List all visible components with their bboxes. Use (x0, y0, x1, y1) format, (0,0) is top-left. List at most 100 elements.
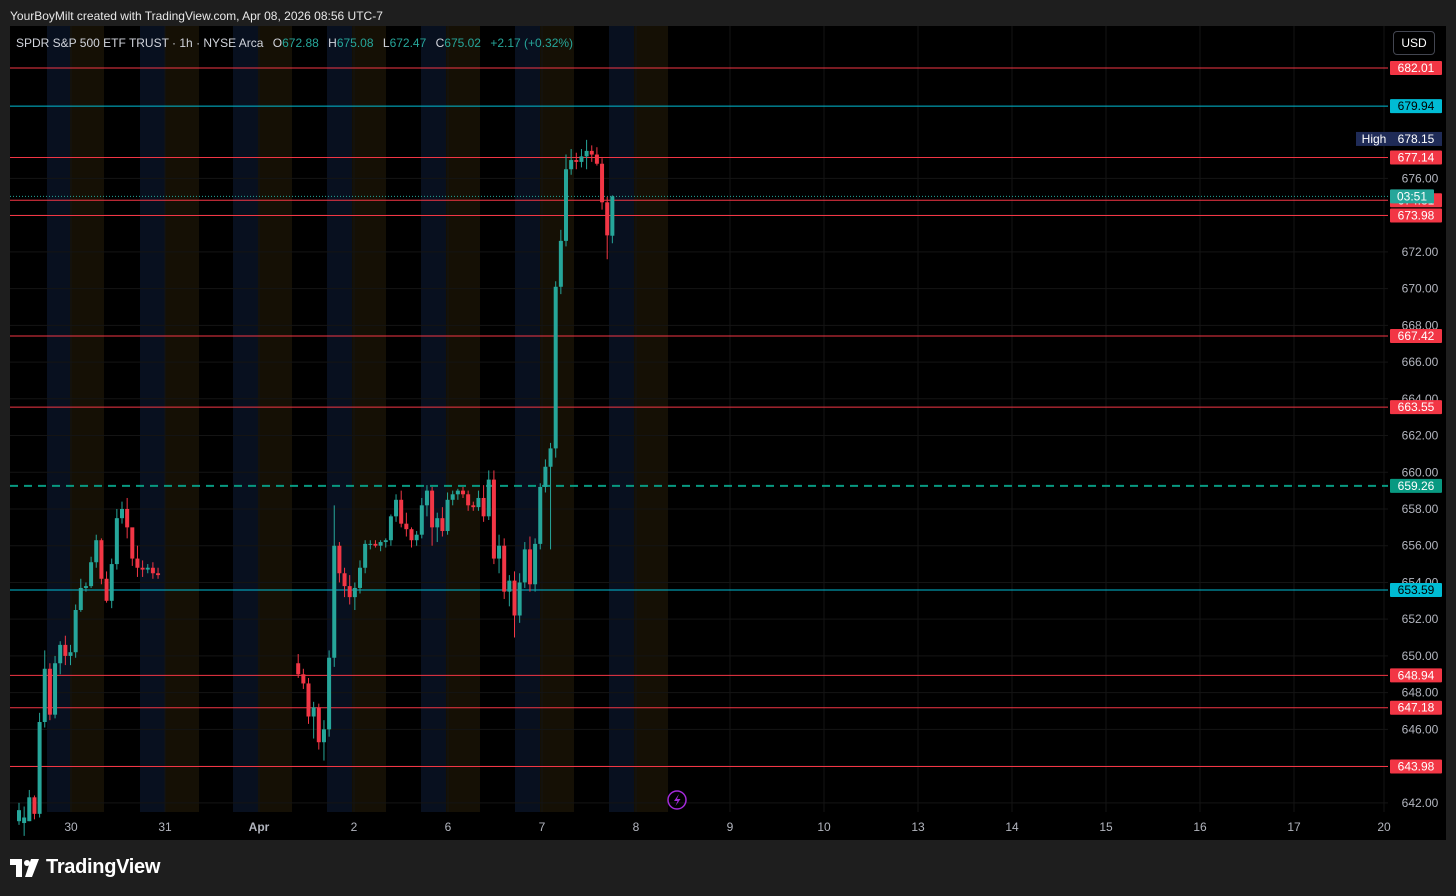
candle[interactable] (27, 789, 32, 822)
candle[interactable] (104, 571, 109, 603)
candle[interactable] (481, 485, 486, 522)
candle-body (527, 549, 532, 585)
candle-body (58, 644, 63, 664)
candle[interactable] (538, 483, 543, 550)
candle-body (347, 586, 352, 598)
candle-body (424, 490, 429, 506)
candle[interactable] (296, 654, 301, 678)
candle[interactable] (589, 145, 594, 162)
candle[interactable] (533, 538, 538, 592)
symbol-title[interactable]: SPDR S&P 500 ETF TRUST · 1h · NYSE Arca (16, 36, 263, 50)
candle[interactable] (388, 514, 393, 546)
candle[interactable] (109, 558, 114, 609)
candle[interactable] (22, 806, 27, 836)
price-level-label: 679.94 (1398, 99, 1435, 113)
candle-body (558, 240, 563, 287)
candle[interactable] (600, 158, 605, 210)
open-value: 672.88 (282, 36, 319, 50)
candle[interactable] (486, 470, 491, 521)
candle[interactable] (99, 538, 104, 585)
candle[interactable] (306, 677, 311, 724)
candle-body (414, 534, 419, 541)
candle-body (68, 652, 73, 656)
candle[interactable] (327, 650, 332, 737)
candle-body (32, 797, 37, 814)
candle[interactable] (584, 139, 589, 170)
candle[interactable] (53, 655, 58, 719)
candle-body (450, 494, 455, 500)
ohlc-legend: SPDR S&P 500 ETF TRUST · 1h · NYSE Arca … (16, 36, 573, 50)
candle[interactable] (574, 152, 579, 170)
candle[interactable] (507, 575, 512, 607)
candle-body (466, 494, 471, 506)
candle[interactable] (321, 720, 326, 761)
y-tick-label: 650.00 (1402, 649, 1439, 663)
candle-body (22, 817, 27, 824)
candle-body (109, 564, 114, 601)
candle[interactable] (311, 701, 316, 739)
candle[interactable] (553, 281, 558, 458)
low-value: 672.47 (389, 36, 427, 50)
candle[interactable] (47, 663, 52, 721)
candle[interactable] (497, 534, 502, 574)
candle[interactable] (42, 650, 47, 728)
candle[interactable] (114, 508, 119, 570)
x-tick-label: 17 (1287, 820, 1301, 834)
high-value: 675.08 (336, 36, 374, 50)
candle[interactable] (502, 538, 507, 599)
candle-body (461, 490, 465, 495)
candle-body (363, 543, 368, 568)
candle-body (584, 150, 589, 157)
change-value: +2.17 (+0.32%) (490, 36, 574, 50)
candle[interactable] (316, 703, 321, 750)
candle[interactable] (32, 795, 37, 820)
candle-body (394, 499, 399, 517)
candle-body (337, 545, 342, 574)
candlestick-chart[interactable]: 642.00644.00646.00648.00650.00652.00654.… (10, 26, 1446, 840)
x-tick-label: 31 (158, 820, 172, 834)
candle[interactable] (125, 497, 130, 539)
candle[interactable] (17, 802, 21, 825)
candle-body (99, 540, 104, 579)
currency-button[interactable]: USD (1393, 31, 1435, 55)
brand-name: TradingView (46, 856, 161, 878)
price-level-label: 659.26 (1398, 479, 1435, 493)
candle[interactable] (37, 712, 42, 818)
candle[interactable] (579, 149, 584, 168)
x-tick-label: 7 (539, 820, 546, 834)
candle[interactable] (594, 147, 599, 166)
candle-body (94, 540, 99, 563)
open-label: O (272, 36, 283, 50)
candle-body (145, 567, 150, 570)
candle[interactable] (414, 531, 419, 546)
candle[interactable] (120, 501, 124, 524)
footer (0, 840, 1456, 896)
candle[interactable] (73, 604, 78, 658)
x-tick-label: 16 (1193, 820, 1207, 834)
high-value-label: 678.15 (1398, 132, 1435, 146)
candle-body (150, 567, 155, 574)
x-tick-label: 8 (633, 820, 640, 834)
price-level-label: 647.18 (1398, 701, 1435, 715)
x-tick-label: Apr (249, 820, 270, 834)
candle[interactable] (301, 668, 306, 689)
candle[interactable] (394, 494, 399, 522)
candle-body (358, 567, 362, 588)
x-tick-label: 2 (351, 820, 358, 834)
candle[interactable] (605, 196, 610, 260)
candle[interactable] (135, 545, 140, 577)
candle[interactable] (409, 527, 414, 548)
candle-body (378, 542, 383, 546)
chart-pane[interactable]: 642.00644.00646.00648.00650.00652.00654.… (10, 26, 1446, 840)
candle[interactable] (404, 512, 409, 537)
candle-body (497, 545, 502, 559)
close-value: 675.02 (444, 36, 481, 50)
candle-body (476, 497, 481, 508)
candle[interactable] (491, 470, 496, 565)
y-tick-label: 652.00 (1402, 612, 1439, 626)
lightning-icon[interactable] (667, 790, 687, 810)
candle[interactable] (130, 527, 135, 566)
session-band (165, 26, 199, 812)
candle-body (301, 674, 306, 684)
candle[interactable] (399, 490, 404, 528)
